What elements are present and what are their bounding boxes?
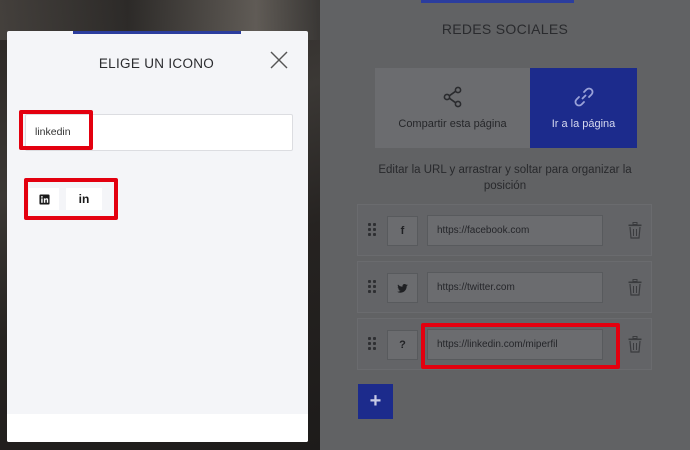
url-field[interactable]: https://linkedin.com/miperfil xyxy=(427,329,603,360)
modal-footer xyxy=(7,414,308,442)
drag-handle-icon[interactable] xyxy=(368,280,376,294)
modal-accent-bar xyxy=(73,31,241,34)
social-networks-panel: REDES SOCIALES Compartir esta página Ir … xyxy=(320,0,690,450)
icon-results: in xyxy=(29,188,102,210)
social-link-row: https://twitter.com xyxy=(357,261,652,313)
unknown-icon[interactable]: ? xyxy=(387,330,418,360)
url-field[interactable]: https://facebook.com xyxy=(427,215,603,246)
trash-icon[interactable] xyxy=(628,336,642,353)
share-icon xyxy=(443,86,461,108)
linkedin-in-icon[interactable]: in xyxy=(66,188,102,210)
social-links-list: f https://facebook.com https://twitter.c… xyxy=(357,204,652,375)
tab-share-label: Compartir esta página xyxy=(398,118,507,130)
add-link-button[interactable]: + xyxy=(358,384,393,419)
drag-handle-icon[interactable] xyxy=(368,223,376,237)
facebook-icon[interactable]: f xyxy=(387,216,418,246)
trash-icon[interactable] xyxy=(628,222,642,239)
social-link-row: f https://facebook.com xyxy=(357,204,652,256)
linkedin-box-icon xyxy=(38,193,50,205)
icon-search-input[interactable]: linkedin xyxy=(25,114,293,151)
twitter-icon[interactable] xyxy=(387,273,418,303)
panel-accent-bar xyxy=(421,0,574,3)
close-icon[interactable] xyxy=(269,50,289,70)
tab-go-to-page[interactable]: Ir a la página xyxy=(530,68,637,148)
icon-picker-modal: ELIGE UN ICONO linkedin in xyxy=(7,31,308,442)
instructions-text: Editar la URL y arrastrar y soltar para … xyxy=(378,164,632,192)
modal-title: ELIGE UN ICONO xyxy=(98,56,215,71)
linkedin-square-icon[interactable] xyxy=(29,188,59,210)
link-icon xyxy=(574,87,593,107)
url-field[interactable]: https://twitter.com xyxy=(427,272,603,303)
trash-icon[interactable] xyxy=(628,279,642,296)
tab-share-page[interactable]: Compartir esta página xyxy=(375,68,530,148)
drag-handle-icon[interactable] xyxy=(368,337,376,351)
social-link-row: ? https://linkedin.com/miperfil xyxy=(357,318,652,370)
link-mode-tabs: Compartir esta página Ir a la página xyxy=(375,68,637,148)
tab-go-to-page-label: Ir a la página xyxy=(551,118,616,130)
panel-title: REDES SOCIALES xyxy=(441,21,569,37)
twitter-bird-icon xyxy=(397,283,408,293)
